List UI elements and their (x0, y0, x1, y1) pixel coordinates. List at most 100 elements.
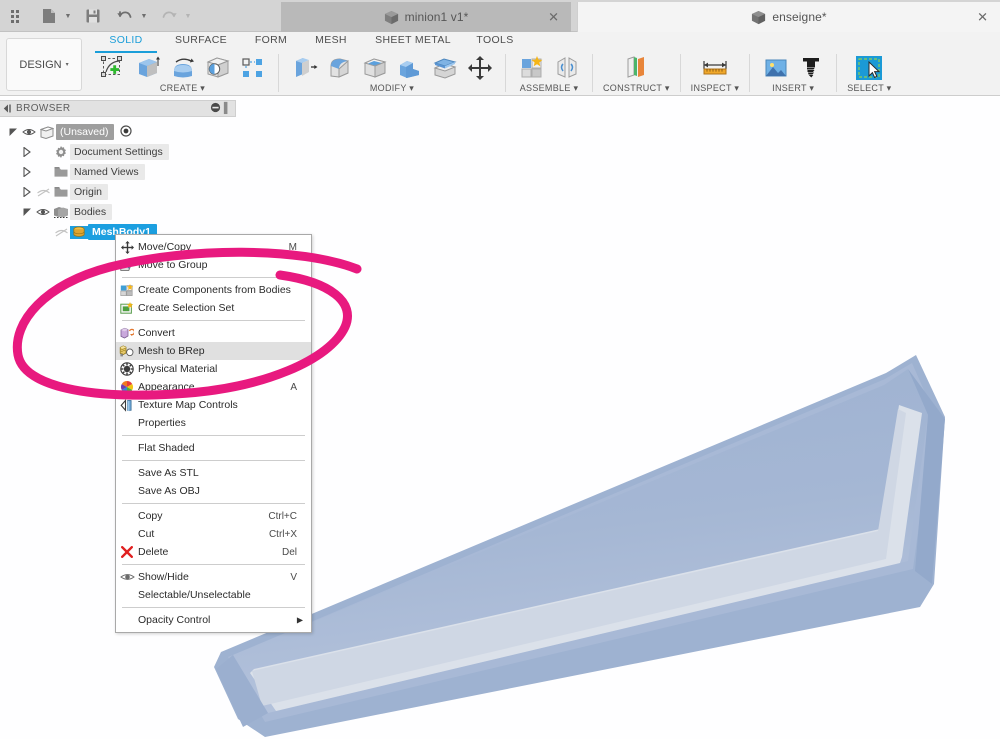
new-file-dropdown[interactable]: ▼ (62, 1, 74, 31)
panel-title[interactable]: INSPECT ▾ (691, 83, 740, 94)
workspace-switcher[interactable]: DESIGN ▾ (6, 38, 82, 91)
insert-mcmaster-icon[interactable] (795, 53, 826, 83)
tree-row-bodies[interactable]: Bodies (0, 202, 240, 222)
move-copy-icon[interactable] (464, 53, 495, 83)
revolve-icon[interactable] (167, 53, 198, 83)
panel-title[interactable]: CONSTRUCT ▾ (603, 83, 670, 94)
tree-row-unsaved[interactable]: (Unsaved) (0, 122, 240, 142)
document-tab-enseigne[interactable]: enseigne* ✕ (577, 2, 1000, 32)
offset-plane-icon[interactable] (621, 53, 652, 83)
menu-item-save-as-obj[interactable]: Save As OBJ (116, 482, 311, 500)
show-hide-icon (116, 572, 138, 582)
tab-label: enseigne* (772, 10, 827, 24)
menu-item-save-as-stl[interactable]: Save As STL (116, 464, 311, 482)
redo-dropdown[interactable]: ▼ (182, 1, 194, 31)
workspace-label: DESIGN (19, 58, 62, 71)
tree-row-origin[interactable]: Origin (0, 182, 240, 202)
menu-item-create-selection-set[interactable]: Create Selection Set (116, 299, 311, 317)
menu-item-appearance[interactable]: Appearance A (116, 378, 311, 396)
document-tab-minion1[interactable]: minion1 v1* ✕ (281, 2, 571, 32)
new-file-icon[interactable] (36, 1, 62, 31)
panel-title[interactable]: INSERT ▾ (772, 83, 814, 94)
panel-insert: INSERT ▾ (753, 53, 833, 96)
menu-separator (122, 503, 305, 504)
ribbon-tab-sheet-metal[interactable]: SHEET METAL (365, 34, 461, 51)
visibility-eye-off-icon[interactable] (52, 227, 70, 238)
undo-dropdown[interactable]: ▼ (138, 1, 150, 31)
ribbon-tab-form[interactable]: FORM (245, 34, 297, 51)
menu-item-convert[interactable]: Convert (116, 324, 311, 342)
menu-item-properties[interactable]: Properties (116, 414, 311, 432)
redo-icon[interactable] (156, 1, 182, 31)
panel-title[interactable]: SELECT ▾ (847, 83, 891, 94)
combine-icon[interactable] (394, 53, 425, 83)
menu-item-move-to-group[interactable]: Move to Group (116, 256, 311, 274)
title-bar: ▼ ▼ ▼ minion1 v1* ✕ enseigne* ✕ (0, 0, 1000, 32)
menu-item-label: Create Selection Set (138, 302, 235, 314)
activate-component-radio[interactable] (120, 124, 133, 140)
menu-item-shortcut: Del (281, 546, 297, 558)
menu-item-create-components-from-bodies[interactable]: Create Components from Bodies (116, 281, 311, 299)
extrude-icon[interactable] (132, 53, 163, 83)
collapse-panel-icon[interactable] (0, 104, 16, 113)
move-to-group-icon (116, 259, 138, 272)
menu-item-delete[interactable]: Delete Del (116, 543, 311, 561)
menu-separator (122, 564, 305, 565)
ribbon-tab-label: FORM (254, 34, 288, 46)
fillet-icon[interactable] (324, 53, 355, 83)
menu-item-label: Mesh to BRep (138, 345, 205, 357)
press-pull-icon[interactable] (289, 53, 320, 83)
visibility-eye-off-icon[interactable] (34, 187, 52, 198)
cube-icon (384, 10, 399, 25)
browser-settings-icon[interactable] (210, 102, 221, 116)
panel-title[interactable]: ASSEMBLE ▾ (520, 83, 579, 94)
menu-item-copy[interactable]: Copy Ctrl+C (116, 507, 311, 525)
create-sketch-icon[interactable] (97, 53, 128, 83)
ribbon-tab-solid[interactable]: SOLID (95, 34, 157, 53)
panel-divider (836, 54, 838, 92)
hole-icon[interactable] (202, 53, 233, 83)
panel-title[interactable]: MODIFY ▾ (370, 83, 414, 94)
select-icon[interactable] (854, 53, 885, 83)
save-icon[interactable] (80, 1, 106, 31)
collapse-arrow-icon[interactable] (20, 147, 34, 157)
panel-title[interactable]: CREATE ▾ (160, 83, 205, 94)
ribbon-tab-mesh[interactable]: MESH (305, 34, 357, 51)
browser-grip-icon[interactable]: ▌ (224, 103, 231, 114)
measure-icon[interactable] (699, 53, 730, 83)
tree-row-document-settings[interactable]: Document Settings (0, 142, 240, 162)
shell-icon[interactable] (359, 53, 390, 83)
menu-item-cut[interactable]: Cut Ctrl+X (116, 525, 311, 543)
new-component-icon[interactable] (516, 53, 547, 83)
expand-arrow-icon[interactable] (20, 208, 34, 217)
collapse-arrow-icon[interactable] (20, 187, 34, 197)
menu-item-flat-shaded[interactable]: Flat Shaded (116, 439, 311, 457)
menu-separator (122, 320, 305, 321)
close-icon[interactable]: ✕ (977, 11, 988, 24)
insert-image-icon[interactable] (760, 53, 791, 83)
menu-item-selectable-unselectable[interactable]: Selectable/Unselectable (116, 586, 311, 604)
collapse-arrow-icon[interactable] (20, 167, 34, 177)
tree-row-named-views[interactable]: Named Views (0, 162, 240, 182)
close-icon[interactable]: ✕ (548, 11, 559, 24)
menu-item-show-hide[interactable]: Show/Hide V (116, 568, 311, 586)
joint-icon[interactable] (551, 53, 582, 83)
split-body-icon[interactable] (429, 53, 460, 83)
panel-divider (278, 54, 279, 92)
ribbon-tab-tools[interactable]: TOOLS (469, 34, 521, 51)
pattern-icon[interactable] (237, 53, 268, 83)
visibility-eye-icon[interactable] (34, 207, 52, 217)
ribbon-tab-label: MESH (315, 34, 347, 46)
gear-icon (52, 145, 70, 159)
app-grid-icon[interactable] (4, 1, 30, 31)
menu-item-move-copy[interactable]: Move/Copy M (116, 238, 311, 256)
visibility-eye-icon[interactable] (20, 127, 38, 137)
expand-arrow-icon[interactable] (6, 128, 20, 137)
menu-item-physical-material[interactable]: Physical Material (116, 360, 311, 378)
undo-icon[interactable] (112, 1, 138, 31)
menu-item-texture-map-controls[interactable]: Texture Map Controls (116, 396, 311, 414)
menu-item-opacity-control[interactable]: Opacity Control ▶ (116, 611, 311, 629)
menu-item-mesh-to-brep[interactable]: Mesh to BRep (116, 342, 311, 360)
ribbon-tab-surface[interactable]: SURFACE (165, 34, 237, 51)
context-menu[interactable]: Move/Copy M Move to Group Create Compone… (115, 234, 312, 633)
